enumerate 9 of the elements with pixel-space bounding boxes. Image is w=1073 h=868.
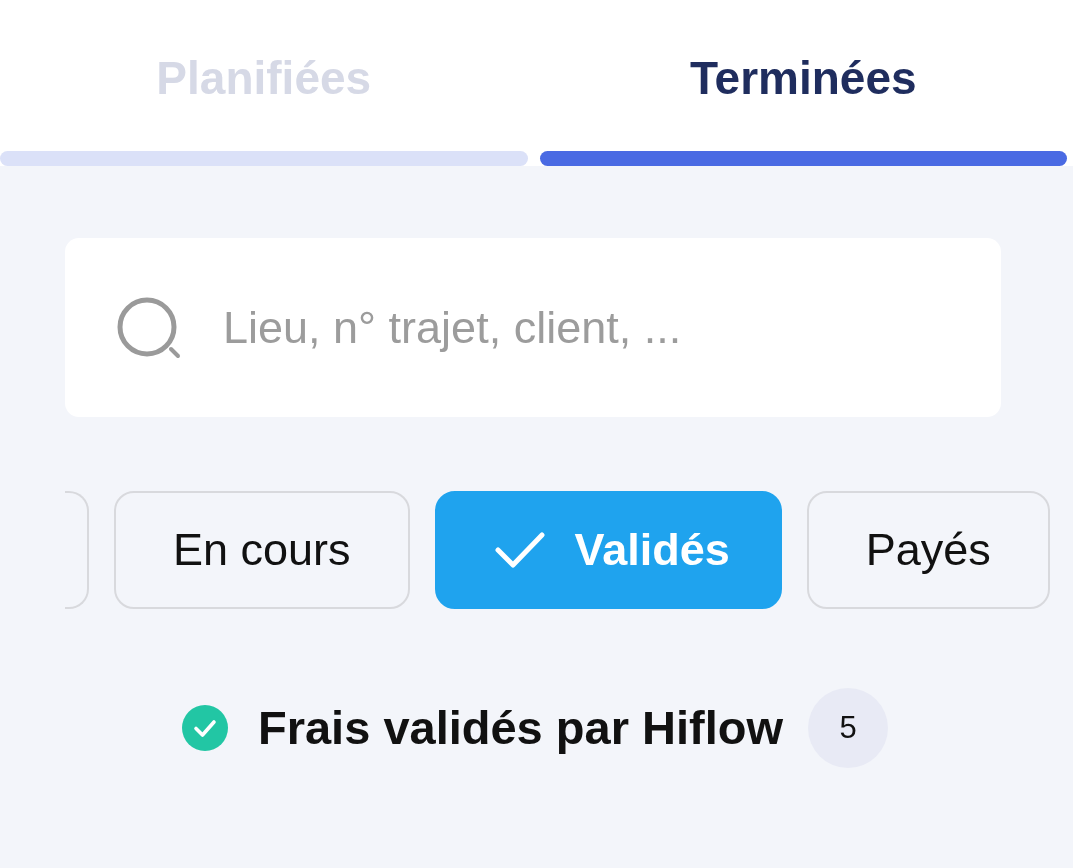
search-icon: [117, 297, 183, 359]
status-label: Frais validés par Hiflow: [258, 700, 783, 756]
filter-chip[interactable]: Payés: [806, 491, 1050, 609]
search-field[interactable]: Lieu, n° trajet, client, ...: [65, 238, 1001, 417]
filter-chip[interactable]: En cours: [114, 491, 410, 609]
tab[interactable]: Terminées: [539, 0, 1067, 166]
count-badge: 5: [808, 688, 888, 768]
check-icon: [494, 531, 545, 569]
filter-chip[interactable]: [65, 491, 89, 609]
